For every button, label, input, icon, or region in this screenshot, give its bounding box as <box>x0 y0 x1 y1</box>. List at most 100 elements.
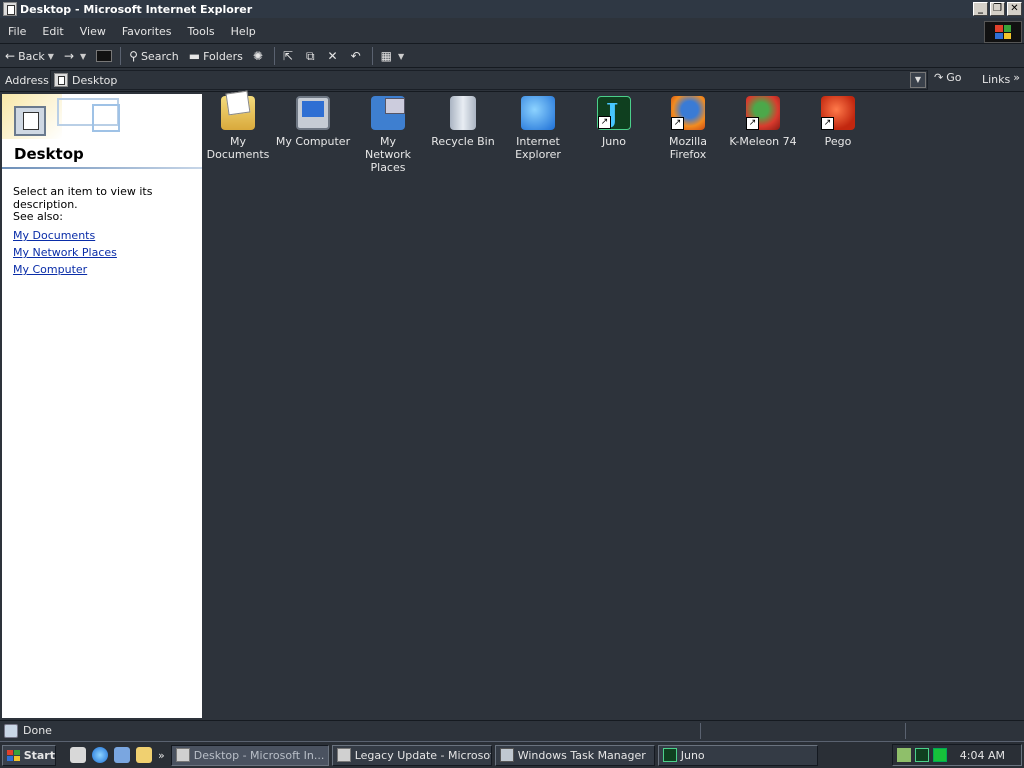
start-button[interactable]: Start <box>2 744 56 766</box>
internet-explorer-window-icon[interactable] <box>3 2 17 16</box>
internet-explorer-quicklaunch-icon[interactable] <box>92 747 108 763</box>
search-folder-icon[interactable] <box>136 747 152 763</box>
toolbar-separator <box>120 47 122 65</box>
desktop-icon <box>14 106 46 136</box>
desktop-item-internet-explorer[interactable]: Internet Explorer <box>500 96 576 161</box>
forward-dropdown-icon[interactable]: ▼ <box>80 52 86 61</box>
restore-button[interactable]: ❐ <box>990 2 1005 16</box>
desktop-item-pego[interactable]: Pego <box>800 96 876 148</box>
close-button[interactable]: ✕ <box>1007 2 1022 16</box>
k-meleon-icon <box>746 96 780 130</box>
item-label: My Documents <box>206 135 270 161</box>
address-value[interactable]: Desktop <box>72 74 117 87</box>
item-label: Pego <box>824 135 852 148</box>
back-dropdown-icon[interactable]: ▼ <box>48 52 54 61</box>
link-my-network-places[interactable]: My Network Places <box>13 244 117 261</box>
task-label: Juno <box>680 748 705 762</box>
undo-button[interactable]: ↶ <box>346 45 369 67</box>
undo-icon: ↶ <box>350 49 361 63</box>
title-bar: Desktop - Microsoft Internet Explorer _ … <box>0 0 1024 18</box>
task-label: Desktop - Microsoft In... <box>193 748 325 762</box>
minimize-button[interactable]: _ <box>973 2 988 16</box>
status-text: Done <box>23 724 52 737</box>
desktop-item-my-network-places[interactable]: My Network Places <box>350 96 426 174</box>
move-to-icon: ⇱ <box>282 49 293 63</box>
views-icon: ▦ <box>380 49 392 63</box>
outlook-express-icon[interactable] <box>114 747 130 763</box>
network-tray-icon[interactable] <box>897 748 911 762</box>
move-to-button[interactable]: ⇱ <box>278 45 301 67</box>
see-also-label: See also: <box>13 210 63 223</box>
status-divider <box>905 723 906 739</box>
desktop-folder-icon <box>54 73 68 87</box>
search-button[interactable]: ⚲ Search <box>124 45 184 67</box>
desktop-item-k-meleon[interactable]: K-Meleon 74 <box>725 96 801 148</box>
task-desktop-ie[interactable]: Desktop - Microsoft In... <box>170 744 329 766</box>
quick-launch-chevron-icon[interactable]: » <box>158 749 165 762</box>
status-divider <box>700 723 701 739</box>
task-windows-task-manager[interactable]: Windows Task Manager <box>494 744 655 766</box>
desktop-item-recycle-bin[interactable]: Recycle Bin <box>425 96 501 148</box>
item-label: My Network Places <box>365 135 411 174</box>
item-label: Mozilla Firefox <box>669 135 707 161</box>
task-legacy-update[interactable]: Legacy Update - Microsof... <box>331 744 492 766</box>
juno-icon <box>597 96 631 130</box>
link-my-computer[interactable]: My Computer <box>13 261 117 278</box>
pane-description: Select an item to view its description. <box>13 185 153 211</box>
my-documents-icon <box>221 96 255 130</box>
address-label: Address <box>5 73 49 87</box>
clock[interactable]: 4:04 AM <box>960 749 1005 762</box>
desktop-item-mozilla-firefox[interactable]: Mozilla Firefox <box>650 96 726 161</box>
views-button[interactable]: ▦ ▼ <box>376 45 410 67</box>
menu-favorites[interactable]: Favorites <box>114 25 180 38</box>
go-button[interactable]: ↷ Go <box>934 71 961 84</box>
juno-task-icon <box>662 748 677 762</box>
item-label: Juno <box>602 135 626 148</box>
menu-edit[interactable]: Edit <box>34 25 71 38</box>
toolbar-separator <box>273 47 275 65</box>
back-button[interactable]: ← Back ▼ <box>0 45 59 67</box>
address-field[interactable]: Desktop ▼ <box>50 70 928 90</box>
menu-tools[interactable]: Tools <box>180 25 223 38</box>
desktop-item-juno[interactable]: Juno <box>576 96 652 148</box>
status-bar: Done <box>0 720 1024 740</box>
task-label: Legacy Update - Microsof... <box>354 748 492 762</box>
network-places-icon <box>371 96 405 130</box>
task-manager-tray-icon[interactable] <box>933 748 947 762</box>
pego-icon <box>821 96 855 130</box>
back-arrow-icon: ← <box>5 49 16 63</box>
system-tray: 4:04 AM <box>892 744 1022 766</box>
pane-title: Desktop <box>14 145 84 163</box>
window-title: Desktop - Microsoft Internet Explorer <box>20 2 253 16</box>
link-my-documents[interactable]: My Documents <box>13 227 117 244</box>
desktop-item-my-documents[interactable]: My Documents <box>200 96 276 161</box>
recycle-bin-icon <box>450 96 476 130</box>
menu-file[interactable]: File <box>0 25 34 38</box>
my-computer-icon <box>296 96 330 130</box>
search-label: Search <box>140 49 179 63</box>
see-also-links: My Documents My Network Places My Comput… <box>13 227 117 278</box>
folders-button[interactable]: ▬ Folders <box>184 45 248 67</box>
desktop-item-my-computer[interactable]: My Computer <box>275 96 351 148</box>
back-label: Back <box>18 49 45 63</box>
menu-help[interactable]: Help <box>223 25 264 38</box>
copy-to-button[interactable]: ⧉ <box>301 45 323 67</box>
address-dropdown-icon[interactable]: ▼ <box>910 72 926 88</box>
internet-explorer-task-icon <box>175 748 190 762</box>
stop-button[interactable] <box>91 45 117 67</box>
links-chevron-icon[interactable]: » <box>1013 71 1020 84</box>
links-toolbar[interactable]: Links <box>982 73 1010 86</box>
folders-label: Folders <box>203 49 243 63</box>
juno-tray-icon[interactable] <box>915 748 929 762</box>
forward-button[interactable]: → ▼ <box>59 45 91 67</box>
windows-throbber-icon <box>984 21 1022 43</box>
show-desktop-icon[interactable] <box>70 747 86 763</box>
item-label: K-Meleon 74 <box>729 135 797 148</box>
delete-button[interactable]: ✕ <box>323 45 346 67</box>
internet-explorer-task-icon <box>336 748 351 762</box>
history-button[interactable]: ✺ <box>248 45 271 67</box>
menu-view[interactable]: View <box>72 25 114 38</box>
toolbar-separator <box>371 47 373 65</box>
task-juno[interactable]: Juno <box>657 744 818 766</box>
views-dropdown-icon[interactable]: ▼ <box>398 52 404 61</box>
